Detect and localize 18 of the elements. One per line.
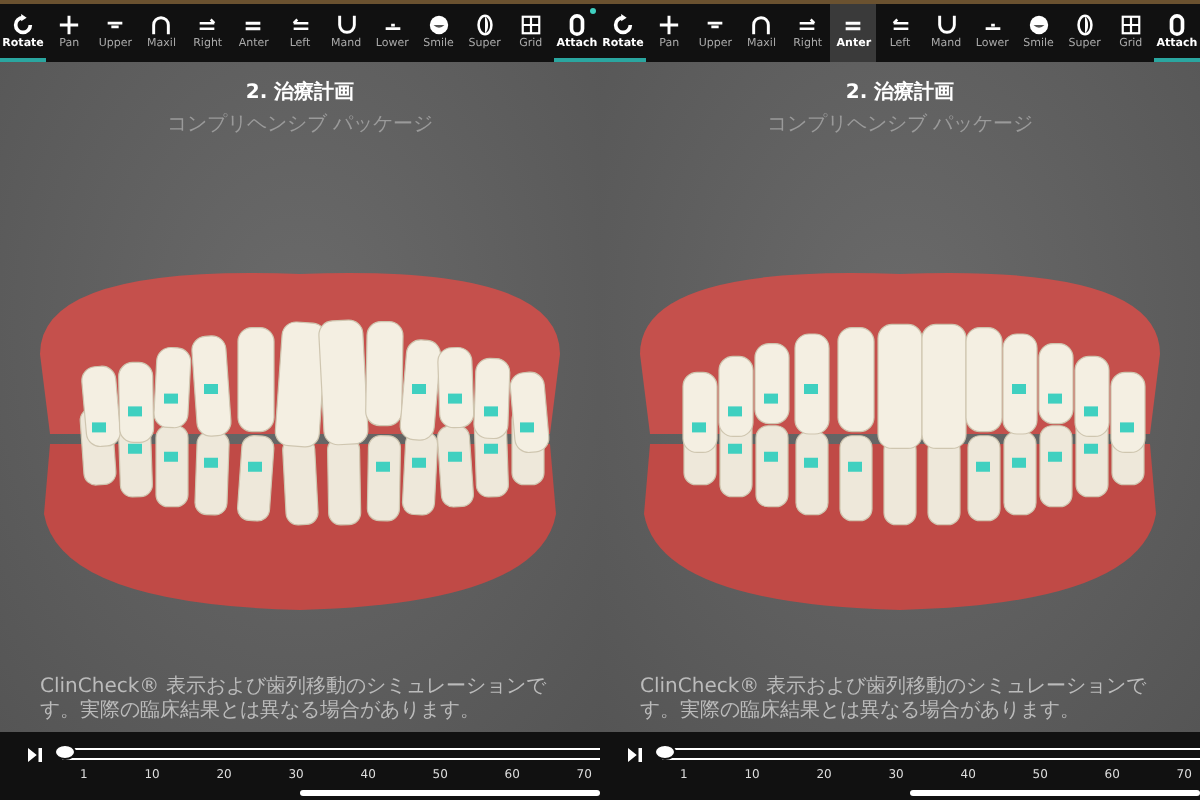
plan-title: 2. 治療計画	[845, 79, 955, 106]
plan-title: 2. 治療計画	[245, 79, 355, 106]
disclaimer-text: ClinCheck® 表示および歯列移動のシミュレーションです。実際の臨床結果とは異なる場合があります。	[38, 676, 548, 726]
smile-icon	[427, 13, 450, 35]
plan-subtitle: コンプリヘンシブ パッケージ	[766, 111, 1034, 138]
pan-icon	[658, 13, 681, 35]
pan-icon	[58, 13, 81, 35]
slider-thumb[interactable]	[54, 744, 76, 760]
skip-end-icon[interactable]	[28, 747, 42, 761]
smile-icon	[1027, 13, 1050, 35]
plan-subtitle: コンプリヘンシブ パッケージ	[166, 111, 434, 138]
disclaimer-text: ClinCheck® 表示および歯列移動のシミュレーションです。実際の臨床結果とは異なる場合があります。	[638, 676, 1148, 726]
rotate-icon	[12, 13, 35, 35]
grid-icon	[1119, 13, 1142, 35]
rotate-icon	[612, 13, 635, 35]
grid-icon	[519, 13, 542, 35]
slider-thumb[interactable]	[654, 744, 676, 760]
skip-end-icon[interactable]	[628, 747, 642, 761]
